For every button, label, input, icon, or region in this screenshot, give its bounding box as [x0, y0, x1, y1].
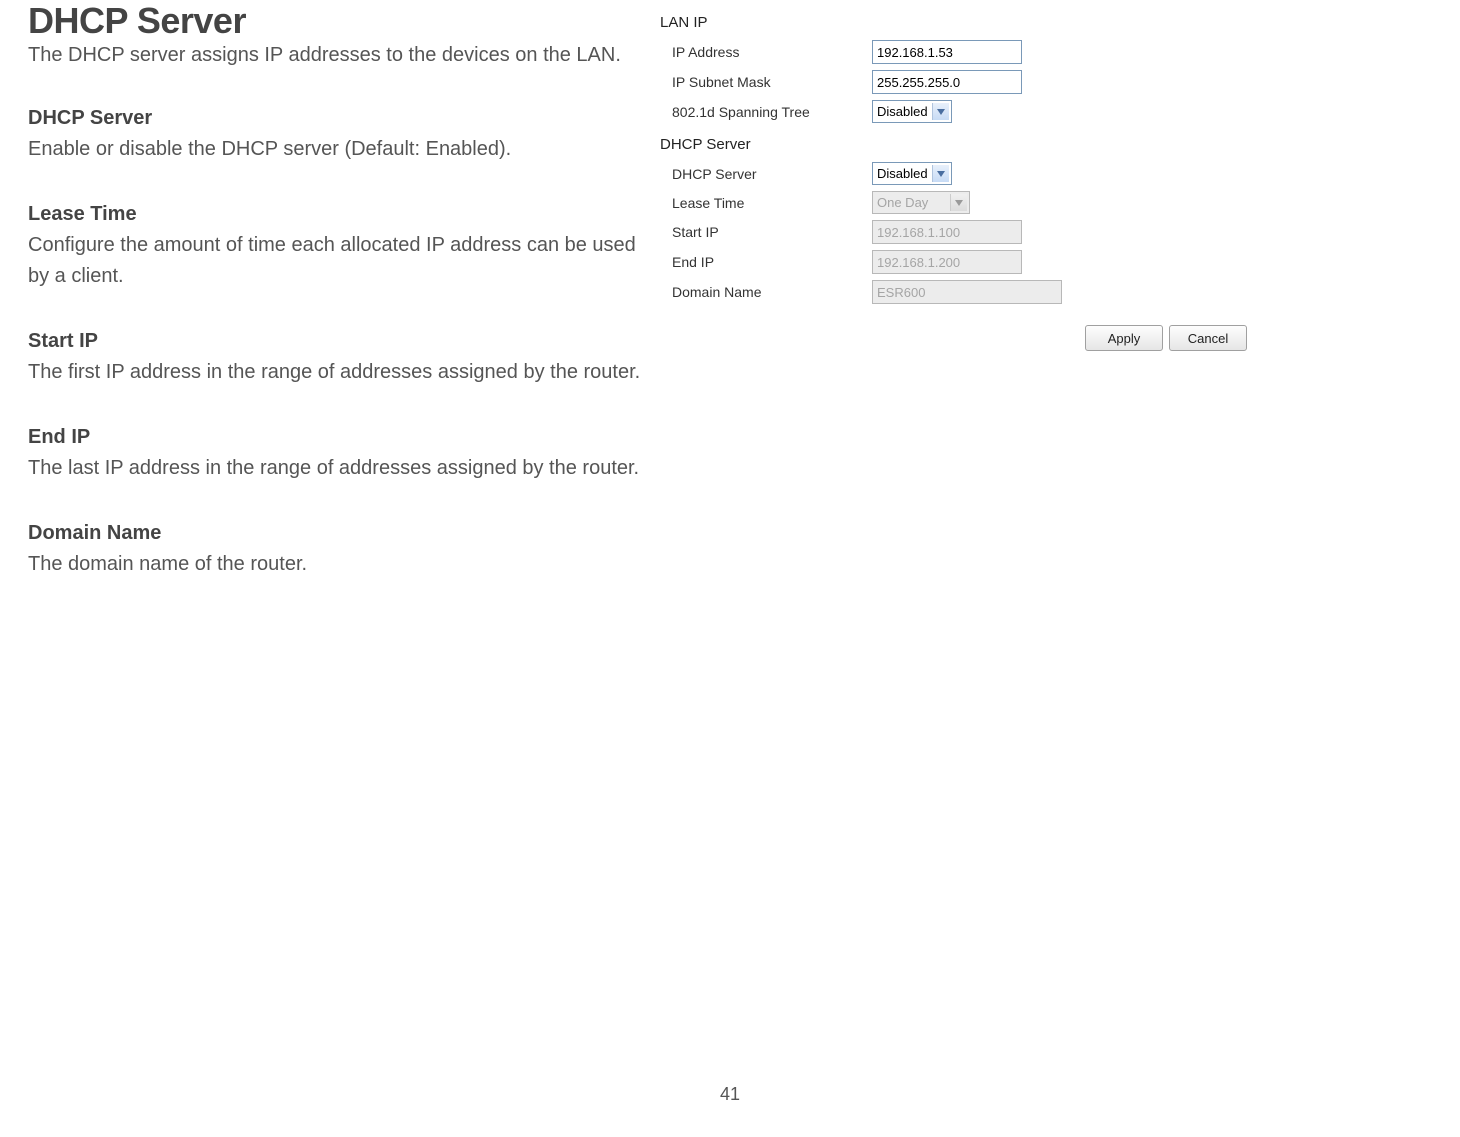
- cancel-button[interactable]: Cancel: [1169, 325, 1247, 351]
- lease-time-label: Lease Time: [672, 195, 872, 211]
- dhcp-server-value: Disabled: [877, 166, 928, 181]
- section-body: Enable or disable the DHCP server (Defau…: [28, 134, 648, 165]
- section-heading: Start IP: [28, 330, 648, 353]
- lease-time-value: One Day: [877, 195, 928, 210]
- subnet-mask-input[interactable]: [872, 70, 1022, 94]
- page-title: DHCP Server: [28, 0, 648, 42]
- action-buttons: Apply Cancel: [1085, 325, 1247, 351]
- lease-time-row: Lease Time One Day: [660, 188, 1170, 217]
- section-body: The first IP address in the range of add…: [28, 357, 648, 388]
- subnet-mask-label: IP Subnet Mask: [672, 74, 872, 90]
- dhcp-section-title: DHCP Server: [660, 136, 1170, 153]
- dhcp-server-select[interactable]: Disabled: [872, 162, 952, 185]
- end-ip-row: End IP: [660, 247, 1170, 277]
- spanning-tree-value: Disabled: [877, 104, 928, 119]
- lease-time-select: One Day: [872, 191, 970, 214]
- ip-address-row: IP Address: [660, 37, 1170, 67]
- section-dhcp-server: DHCP Server Enable or disable the DHCP s…: [28, 107, 648, 165]
- spanning-tree-select[interactable]: Disabled: [872, 100, 952, 123]
- section-heading: DHCP Server: [28, 107, 648, 130]
- domain-name-label: Domain Name: [672, 284, 872, 300]
- apply-button[interactable]: Apply: [1085, 325, 1163, 351]
- end-ip-input: [872, 250, 1022, 274]
- start-ip-row: Start IP: [660, 217, 1170, 247]
- ip-address-label: IP Address: [672, 44, 872, 60]
- domain-name-input: [872, 280, 1062, 304]
- spanning-tree-label: 802.1d Spanning Tree: [672, 104, 872, 120]
- settings-panel: LAN IP IP Address IP Subnet Mask 802.1d …: [660, 8, 1170, 307]
- end-ip-label: End IP: [672, 254, 872, 270]
- chevron-down-icon: [932, 103, 949, 120]
- section-body: The domain name of the router.: [28, 549, 648, 580]
- section-start-ip: Start IP The first IP address in the ran…: [28, 330, 648, 388]
- spanning-tree-row: 802.1d Spanning Tree Disabled: [660, 97, 1170, 126]
- section-body: Configure the amount of time each alloca…: [28, 230, 648, 292]
- section-domain-name: Domain Name The domain name of the route…: [28, 522, 648, 580]
- section-heading: Lease Time: [28, 203, 648, 226]
- section-heading: End IP: [28, 426, 648, 449]
- page-number: 41: [720, 1084, 740, 1105]
- page-intro: The DHCP server assigns IP addresses to …: [28, 44, 648, 67]
- chevron-down-icon: [950, 194, 967, 211]
- ip-address-input[interactable]: [872, 40, 1022, 64]
- dhcp-server-label: DHCP Server: [672, 166, 872, 182]
- section-lease-time: Lease Time Configure the amount of time …: [28, 203, 648, 292]
- chevron-down-icon: [932, 165, 949, 182]
- section-end-ip: End IP The last IP address in the range …: [28, 426, 648, 484]
- domain-name-row: Domain Name: [660, 277, 1170, 307]
- section-body: The last IP address in the range of addr…: [28, 453, 648, 484]
- start-ip-input: [872, 220, 1022, 244]
- subnet-mask-row: IP Subnet Mask: [660, 67, 1170, 97]
- help-text-column: DHCP Server The DHCP server assigns IP a…: [28, 0, 648, 618]
- start-ip-label: Start IP: [672, 224, 872, 240]
- dhcp-server-row: DHCP Server Disabled: [660, 159, 1170, 188]
- section-heading: Domain Name: [28, 522, 648, 545]
- lan-ip-section-title: LAN IP: [660, 14, 1170, 31]
